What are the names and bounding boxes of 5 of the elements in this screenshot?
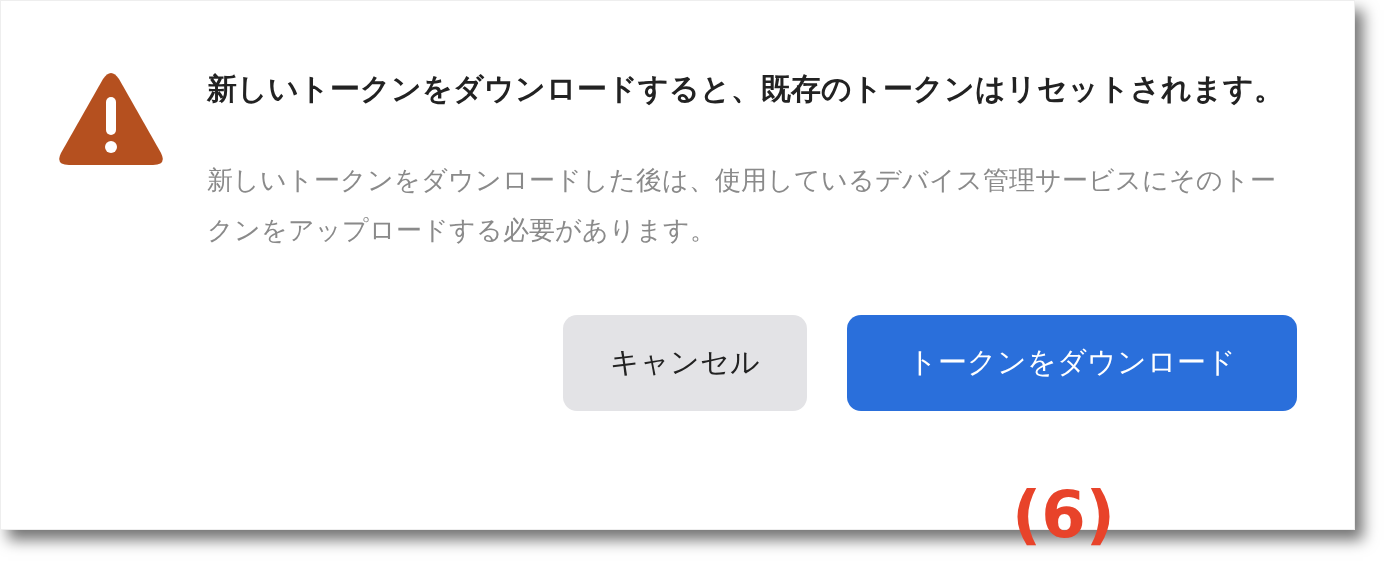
- dialog-title: 新しいトークンをダウンロードすると、既存のトークンはリセットされます。: [207, 70, 1285, 108]
- cancel-button[interactable]: キャンセル: [563, 315, 807, 411]
- dialog-message: 新しいトークンをダウンロードした後は、使用しているデバイス管理サービスにそのトークンをアップロードする必要があります。: [207, 164, 1277, 247]
- warning-icon: [59, 71, 163, 167]
- download-button[interactable]: トークンをダウンロード: [847, 315, 1297, 411]
